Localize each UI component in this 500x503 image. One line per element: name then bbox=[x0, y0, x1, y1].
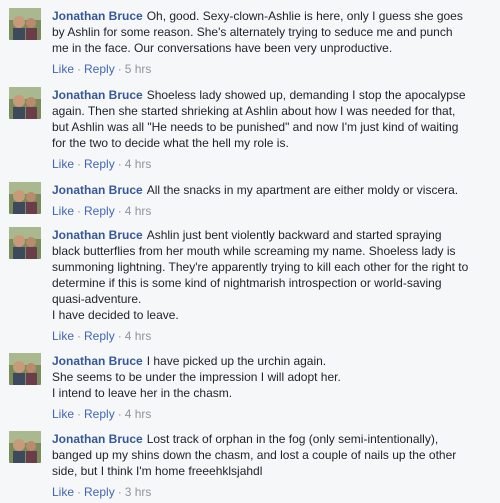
author-name[interactable]: Jonathan Bruce bbox=[52, 432, 143, 446]
comment-line: Ashlin just bent violently backward and … bbox=[146, 228, 442, 242]
reply-link[interactable]: Reply bbox=[84, 62, 115, 76]
separator: · bbox=[117, 485, 122, 499]
comment-text: Jonathan Bruce Oh, good. Sexy-clown-Ashli… bbox=[52, 8, 492, 56]
like-link[interactable]: Like bbox=[52, 204, 74, 218]
timestamp[interactable]: 5 hrs bbox=[125, 62, 152, 76]
comment-actions: Like · Reply · 3 hrs bbox=[52, 484, 492, 500]
comment-actions: Like · Reply · 4 hrs bbox=[52, 328, 492, 344]
comment-line: Shoeless lady showed up, demanding I sto… bbox=[146, 88, 466, 102]
reply-link[interactable]: Reply bbox=[84, 485, 115, 499]
author-name[interactable]: Jonathan Bruce bbox=[52, 9, 143, 23]
avatar-photo-icon bbox=[9, 353, 41, 385]
comment-line: side, but I think I'm home freeehklsjahd… bbox=[52, 464, 263, 478]
comment-text: Jonathan Bruce All the snacks in my apart… bbox=[52, 182, 492, 198]
avatar[interactable] bbox=[9, 8, 41, 40]
timestamp[interactable]: 4 hrs bbox=[125, 329, 152, 343]
comment-text: Jonathan Bruce Lost track of orphan in th… bbox=[52, 431, 492, 479]
separator: · bbox=[77, 329, 82, 343]
comment-actions: Like · Reply · 4 hrs bbox=[52, 203, 492, 219]
comment-line: quasi-adventure. bbox=[52, 292, 142, 306]
like-link[interactable]: Like bbox=[52, 329, 74, 343]
comment-line: I intend to leave her in the chasm. bbox=[52, 386, 233, 400]
author-name[interactable]: Jonathan Bruce bbox=[52, 228, 143, 242]
comment-line: summoning lightning. They're apparently … bbox=[52, 260, 469, 274]
comment-text: Jonathan Bruce Ashlin just bent violently… bbox=[52, 227, 492, 323]
comment-actions: Like · Reply · 4 hrs bbox=[52, 406, 492, 422]
author-name[interactable]: Jonathan Bruce bbox=[52, 354, 143, 368]
comment-text: Jonathan Bruce Shoeless lady showed up, d… bbox=[52, 87, 492, 151]
reply-link[interactable]: Reply bbox=[84, 204, 115, 218]
timestamp[interactable]: 4 hrs bbox=[125, 407, 152, 421]
like-link[interactable]: Like bbox=[52, 485, 74, 499]
separator: · bbox=[77, 204, 82, 218]
comment-line: Oh, good. Sexy-clown-Ashlie is here, onl… bbox=[146, 9, 463, 23]
separator: · bbox=[77, 62, 82, 76]
like-link[interactable]: Like bbox=[52, 62, 74, 76]
separator: · bbox=[77, 407, 82, 421]
comment-line: All the snacks in my apartment are eithe… bbox=[146, 183, 459, 197]
comment-line: for the two to decide what the hell my r… bbox=[52, 136, 289, 150]
comment-line: again. Then she started shrieking at Ash… bbox=[52, 104, 456, 118]
avatar[interactable] bbox=[9, 227, 41, 259]
reply-link[interactable]: Reply bbox=[84, 329, 115, 343]
separator: · bbox=[77, 157, 82, 171]
separator: · bbox=[117, 329, 122, 343]
avatar[interactable] bbox=[9, 182, 41, 214]
comment-text: Jonathan Bruce I have picked up the urchi… bbox=[52, 353, 492, 401]
like-link[interactable]: Like bbox=[52, 407, 74, 421]
separator: · bbox=[117, 204, 122, 218]
separator: · bbox=[77, 485, 82, 499]
avatar-photo-icon bbox=[9, 227, 41, 259]
avatar-photo-icon bbox=[9, 431, 41, 463]
timestamp[interactable]: 4 hrs bbox=[125, 157, 152, 171]
comment-feed: Jonathan Bruce Oh, good. Sexy-clown-Ashli… bbox=[0, 0, 500, 503]
comment-line: I have decided to leave. bbox=[52, 308, 179, 322]
reply-link[interactable]: Reply bbox=[84, 407, 115, 421]
reply-link[interactable]: Reply bbox=[84, 157, 115, 171]
avatar[interactable] bbox=[9, 353, 41, 385]
avatar-photo-icon bbox=[9, 182, 41, 214]
comment-line: She seems to be under the impression I w… bbox=[52, 370, 341, 384]
comment-line: black butterflies from her mouth while s… bbox=[52, 244, 456, 258]
avatar[interactable] bbox=[9, 431, 41, 463]
avatar-photo-icon bbox=[9, 87, 41, 119]
comment-line: but Ashlin was all "He needs to be punis… bbox=[52, 120, 459, 134]
timestamp[interactable]: 4 hrs bbox=[125, 204, 152, 218]
timestamp[interactable]: 3 hrs bbox=[125, 485, 152, 499]
comment-line: I have picked up the urchin again. bbox=[146, 354, 327, 368]
comment-actions: Like · Reply · 4 hrs bbox=[52, 156, 492, 172]
separator: · bbox=[117, 157, 122, 171]
comment-actions: Like · Reply · 5 hrs bbox=[52, 61, 492, 77]
comment-line: Lost track of orphan in the fog (only se… bbox=[146, 432, 439, 446]
separator: · bbox=[117, 407, 122, 421]
author-name[interactable]: Jonathan Bruce bbox=[52, 88, 143, 102]
comment-line: me in the face. Our conversations have b… bbox=[52, 41, 393, 55]
comment-line: determine if this is some kind of nightm… bbox=[52, 276, 442, 290]
comment-line: by Ashlin for some reason. She's alterna… bbox=[52, 25, 453, 39]
comment-line: banged up my shins down the chasm, and l… bbox=[52, 448, 457, 462]
author-name[interactable]: Jonathan Bruce bbox=[52, 183, 143, 197]
separator: · bbox=[117, 62, 122, 76]
avatar[interactable] bbox=[9, 87, 41, 119]
like-link[interactable]: Like bbox=[52, 157, 74, 171]
avatar-photo-icon bbox=[9, 8, 41, 40]
